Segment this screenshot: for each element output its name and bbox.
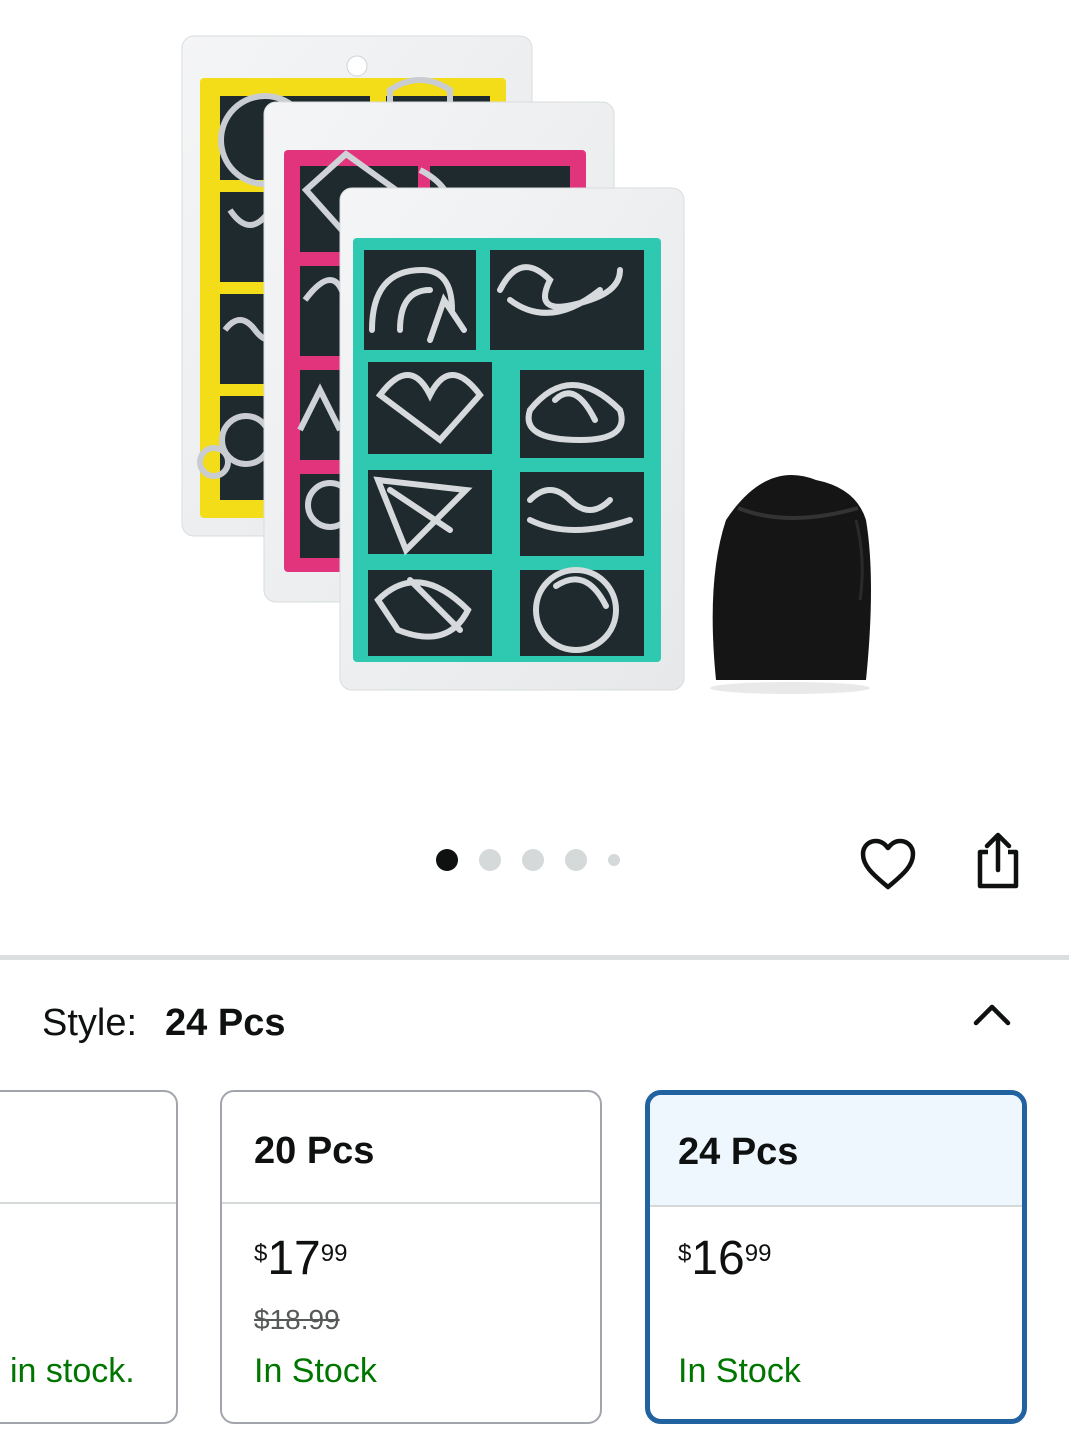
style-option-card[interactable]: in stock. <box>0 1090 178 1424</box>
product-image[interactable] <box>0 0 1069 800</box>
puzzle-set-illustration <box>181 35 871 694</box>
option-card-header: 24 Pcs <box>650 1095 1022 1207</box>
option-stock-status: In Stock <box>678 1352 801 1390</box>
share-button[interactable] <box>966 826 1030 894</box>
price-whole: 17 <box>267 1232 321 1285</box>
option-stock-status: in stock. <box>10 1352 135 1390</box>
chevron-up-icon <box>973 1004 1011 1026</box>
option-price: $ 17 99 <box>254 1232 347 1286</box>
option-name: 24 Pcs <box>678 1131 799 1173</box>
wishlist-button[interactable] <box>856 832 920 896</box>
price-fraction: 99 <box>744 1240 772 1267</box>
price-currency: $ <box>678 1240 692 1267</box>
style-selected-value: 24 Pcs <box>165 1001 286 1044</box>
carousel-dot[interactable] <box>565 849 587 871</box>
option-stock-status: In Stock <box>254 1352 377 1390</box>
carousel-dot[interactable] <box>522 849 544 871</box>
price-currency: $ <box>254 1240 268 1267</box>
carousel-dot[interactable] <box>608 854 620 866</box>
option-name: 20 Pcs <box>254 1130 375 1172</box>
style-label: Style: <box>42 1001 138 1044</box>
collapse-style-button[interactable] <box>964 990 1020 1038</box>
carousel-pagination[interactable] <box>436 846 641 874</box>
style-option-card[interactable]: 20 Pcs $ 17 99 $18.99 In Stock <box>220 1090 602 1424</box>
style-selector-header[interactable]: Style: 24 Pcs <box>42 998 1029 1048</box>
carousel-dot[interactable] <box>479 849 501 871</box>
style-option-card-selected[interactable]: 24 Pcs $ 16 99 In Stock <box>645 1090 1027 1424</box>
option-card-header <box>0 1092 176 1204</box>
option-card-header: 20 Pcs <box>222 1092 600 1204</box>
heart-icon <box>860 838 916 890</box>
share-icon <box>977 832 1019 889</box>
option-price: $ 16 99 <box>678 1232 771 1286</box>
section-divider <box>0 955 1069 960</box>
price-whole: 16 <box>691 1232 745 1285</box>
price-fraction: 99 <box>320 1240 348 1267</box>
carousel-dot[interactable] <box>436 849 458 871</box>
option-was-price: $18.99 <box>254 1304 340 1335</box>
